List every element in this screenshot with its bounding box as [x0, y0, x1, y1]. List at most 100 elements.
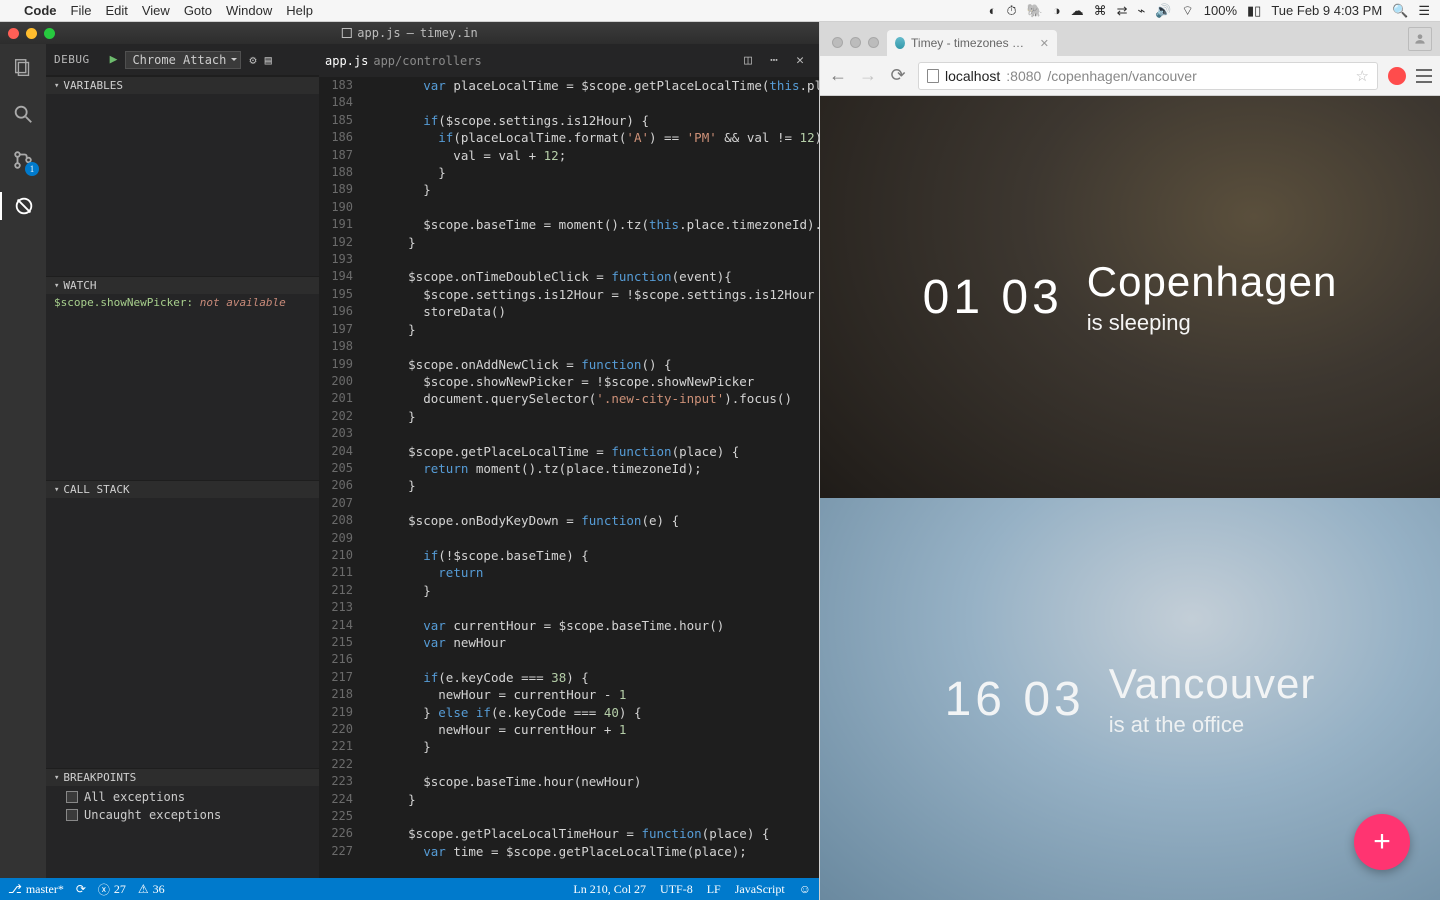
status-cursor-position[interactable]: Ln 210, Col 27: [573, 882, 646, 897]
fullscreen-window-button[interactable]: [44, 28, 55, 39]
menubar-item-window[interactable]: Window: [226, 3, 272, 18]
menubar-icon[interactable]: ◐: [989, 3, 997, 18]
address-bar[interactable]: localhost:8080/copenhagen/vancouver ☆: [918, 62, 1378, 90]
section-variables-header[interactable]: ▾VARIABLES: [46, 76, 319, 94]
site-info-icon[interactable]: [927, 69, 939, 83]
minimize-window-button[interactable]: [850, 37, 861, 48]
url-port: :8080: [1006, 68, 1041, 84]
source-control-icon[interactable]: 1: [9, 146, 37, 174]
minimize-window-button[interactable]: [26, 28, 37, 39]
status-encoding[interactable]: UTF-8: [660, 882, 693, 897]
menubar-icon[interactable]: 🐘: [1027, 3, 1043, 19]
code-editor[interactable]: 183 184 185 186 187 188 189 190 191 192 …: [319, 77, 819, 878]
nav-forward-button[interactable]: →: [858, 65, 878, 86]
line-number-gutter: 183 184 185 186 187 188 189 190 191 192 …: [319, 77, 363, 878]
status-sync[interactable]: ⟳: [76, 882, 86, 897]
code-content[interactable]: var placeLocalTime = $scope.getPlaceLoca…: [363, 77, 819, 878]
section-watch-header[interactable]: ▾WATCH: [46, 276, 319, 294]
add-city-button[interactable]: +: [1354, 814, 1410, 870]
breakpoint-row[interactable]: All exceptions: [54, 788, 311, 806]
status-eol[interactable]: LF: [707, 882, 721, 897]
debug-console-icon[interactable]: ▤: [265, 53, 272, 67]
menubar-item-edit[interactable]: Edit: [105, 3, 127, 18]
status-branch[interactable]: ⎇master*: [8, 882, 64, 897]
section-variables-body: [46, 94, 319, 276]
status-warnings[interactable]: ⚠36: [138, 882, 165, 897]
git-branch-icon: ⎇: [8, 882, 22, 897]
section-breakpoints-header[interactable]: ▾BREAKPOINTS: [46, 768, 319, 786]
chrome-menu-icon[interactable]: [1416, 69, 1432, 83]
title-filename: app.js: [357, 26, 400, 40]
explorer-icon[interactable]: [9, 54, 37, 82]
sync-icon: ⟳: [76, 882, 86, 897]
watch-expression[interactable]: $scope.showNewPicker:: [54, 296, 193, 309]
close-tab-icon[interactable]: ✕: [1040, 37, 1049, 50]
window-traffic-lights: [824, 29, 887, 56]
vscode-window-title: app.js — timey.in: [341, 26, 477, 40]
bookmark-star-icon[interactable]: ☆: [1356, 67, 1369, 85]
section-callstack-header[interactable]: ▾CALL STACK: [46, 480, 319, 498]
menubar-datetime[interactable]: Tue Feb 9 4:03 PM: [1271, 3, 1382, 18]
tab-path: app/controllers: [373, 54, 481, 68]
extension-icon[interactable]: [1388, 67, 1406, 85]
city-panel[interactable]: 16 03 Vancouver is at the office: [820, 498, 1440, 900]
close-window-button[interactable]: [832, 37, 843, 48]
menubar-icon[interactable]: ⏱: [1006, 3, 1016, 19]
menubar-item-view[interactable]: View: [142, 3, 170, 18]
menubar-icon[interactable]: ⌘: [1094, 3, 1107, 19]
chrome-window: Timey - timezones with a h ✕ ← → ⟳ local…: [819, 22, 1440, 900]
breakpoint-row[interactable]: Uncaught exceptions: [54, 806, 311, 824]
vscode-titlebar[interactable]: app.js — timey.in: [0, 22, 819, 44]
menubar-icon[interactable]: ☁: [1071, 3, 1084, 19]
wifi-icon[interactable]: ⌔: [1182, 3, 1194, 19]
close-window-button[interactable]: [8, 28, 19, 39]
window-traffic-lights: [8, 28, 55, 39]
spotlight-icon[interactable]: 🔍: [1392, 3, 1408, 19]
menubar-item-help[interactable]: Help: [286, 3, 313, 18]
debug-settings-icon[interactable]: ⚙: [249, 53, 256, 67]
close-editor-icon[interactable]: ✕: [793, 54, 807, 68]
menubar-item-file[interactable]: File: [71, 3, 92, 18]
timey-app: 01 03 Copenhagen is sleeping 16 03 Vanco…: [820, 96, 1440, 900]
tab-filename: app.js: [325, 54, 368, 68]
feedback-icon[interactable]: ☺: [799, 882, 811, 897]
editor-tab[interactable]: app.js app/controllers: [325, 54, 482, 68]
status-bar: ⎇master* ⟳ ⓧ27 ⚠36 Ln 210, Col 27 UTF-8 …: [0, 878, 819, 900]
debug-start-button[interactable]: ▶: [110, 52, 118, 67]
debug-icon[interactable]: [0, 192, 46, 220]
fullscreen-window-button[interactable]: [868, 37, 879, 48]
menubar-icon[interactable]: ◑: [1053, 3, 1061, 18]
error-icon: ⓧ: [98, 881, 110, 898]
menubar-app-name[interactable]: Code: [24, 3, 57, 18]
volume-icon[interactable]: 🔊: [1155, 3, 1171, 19]
menubar-status-area: ◐ ⏱ 🐘 ◑ ☁ ⌘ ⇄ ⌁ 🔊 ⌔ 100% ▮▯ Tue Feb 9 4:…: [989, 3, 1430, 19]
debug-title: DEBUG: [54, 53, 90, 66]
checkbox-icon[interactable]: [66, 791, 78, 803]
status-language[interactable]: JavaScript: [735, 882, 785, 897]
macos-menubar: Code File Edit View Goto Window Help ◐ ⏱…: [0, 0, 1440, 22]
section-callstack-body: [46, 498, 319, 768]
battery-icon[interactable]: ▮▯: [1247, 3, 1261, 19]
battery-percentage[interactable]: 100%: [1204, 3, 1237, 18]
city-name: Vancouver: [1109, 660, 1316, 708]
status-errors[interactable]: ⓧ27: [98, 881, 126, 898]
search-icon[interactable]: [9, 100, 37, 128]
menubar-item-goto[interactable]: Goto: [184, 3, 212, 18]
watch-value: not available: [200, 296, 286, 309]
city-clock: 16 03: [945, 672, 1085, 727]
url-host: localhost: [945, 68, 1000, 84]
notification-center-icon[interactable]: ☰: [1418, 3, 1430, 19]
debug-config-select[interactable]: Chrome Attach: [125, 51, 241, 69]
menubar-icon[interactable]: ⇄: [1117, 3, 1128, 19]
file-icon: [341, 28, 351, 38]
profile-avatar[interactable]: [1408, 27, 1432, 51]
bluetooth-icon[interactable]: ⌁: [1138, 3, 1146, 19]
split-editor-icon[interactable]: ◫: [741, 54, 755, 68]
nav-reload-button[interactable]: ⟳: [888, 65, 908, 86]
city-panel[interactable]: 01 03 Copenhagen is sleeping: [820, 96, 1440, 498]
checkbox-icon[interactable]: [66, 809, 78, 821]
more-icon[interactable]: ⋯: [767, 54, 781, 68]
browser-tab[interactable]: Timey - timezones with a h ✕: [887, 30, 1057, 56]
vscode-window: app.js — timey.in 1 DEBUG ▶ Chrome Attac…: [0, 22, 819, 900]
nav-back-button[interactable]: ←: [828, 65, 848, 86]
